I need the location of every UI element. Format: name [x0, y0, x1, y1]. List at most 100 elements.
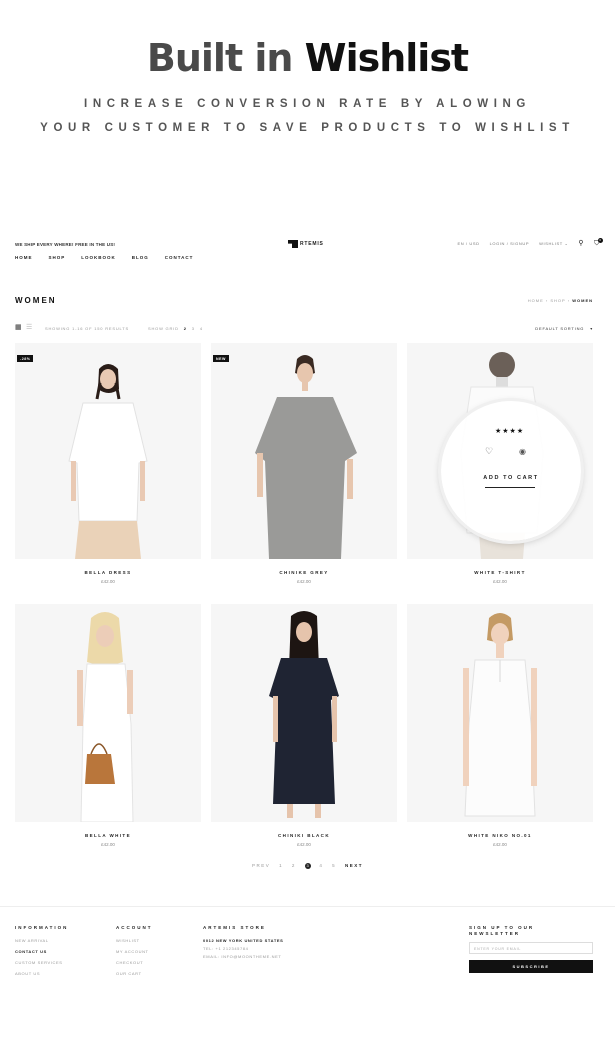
- cart-count-badge: 0: [598, 238, 603, 243]
- pager-page-2[interactable]: 2: [292, 863, 296, 868]
- pager-page-current[interactable]: 3: [304, 863, 311, 869]
- newsletter-heading: SIGN UP TO OUR: [469, 925, 535, 930]
- product-price: £42.00: [297, 579, 311, 584]
- product-price: £42.00: [101, 842, 115, 847]
- product-card[interactable]: NEW CHINIKE GREY £42.00: [211, 343, 397, 584]
- promo-title: Built in Wishlist: [0, 36, 615, 80]
- store-logo[interactable]: RTEMIS: [288, 238, 324, 250]
- wishlist-heart-icon[interactable]: ♡: [485, 446, 493, 457]
- page-title: WOMEN: [15, 296, 57, 305]
- pagination: PREV 1 2 3 4 5 NEXT: [0, 863, 615, 869]
- product-image[interactable]: [407, 604, 593, 822]
- product-card[interactable]: WHITE NIKO NO.01 £42.00: [407, 604, 593, 847]
- page-header: WOMEN HOME › SHOP › WOMEN: [15, 296, 593, 305]
- promo-title-light: Built in: [146, 36, 294, 80]
- quick-view-eye-icon[interactable]: ◉: [519, 447, 526, 456]
- footer-heading: ACCOUNT: [116, 925, 153, 930]
- sort-select[interactable]: DEFAULT SORTING ▾: [535, 326, 593, 331]
- product-image[interactable]: -28%: [15, 343, 201, 559]
- login-signup-link[interactable]: LOGIN / SIGNUP: [490, 241, 530, 246]
- cart-icon[interactable]: ⛉ 0: [594, 238, 603, 247]
- pager-page-4[interactable]: 4: [319, 863, 323, 868]
- footer-link[interactable]: CUSTOM SERVICES: [15, 960, 68, 965]
- footer-link[interactable]: WISHLIST: [116, 938, 153, 943]
- add-to-cart-button[interactable]: ADD TO CART: [441, 475, 581, 481]
- product-card[interactable]: CHINIKI BLACK £42.00: [211, 604, 397, 847]
- footer-link[interactable]: CHECKOUT: [116, 960, 153, 965]
- nav-lookbook[interactable]: LOOKBOOK: [81, 255, 116, 260]
- footer-link[interactable]: OUR CART: [116, 971, 153, 976]
- nav-home[interactable]: HOME: [15, 255, 33, 260]
- quick-view-overlay: ★★★★ ♡ ◉ ADD TO CART: [441, 401, 581, 541]
- footer-information: INFORMATION NEW ARRIVAL CONTACT US CUSTO…: [15, 925, 68, 982]
- pager-page-5[interactable]: 5: [332, 863, 336, 868]
- nav-contact[interactable]: CONTACT: [165, 255, 194, 260]
- promo-subtitle-line1: INCREASE CONVERSION RATE BY ALOWING: [84, 98, 531, 110]
- product-image[interactable]: [211, 604, 397, 822]
- footer-link[interactable]: NEW ARRIVAL: [15, 938, 68, 943]
- pager-page-1[interactable]: 1: [279, 863, 283, 868]
- footer: INFORMATION NEW ARRIVAL CONTACT US CUSTO…: [0, 906, 615, 976]
- top-bar: WE SHIP EVERY WHERE! FREE IN THE US! RTE…: [15, 238, 603, 252]
- product-name[interactable]: CHINIKI BLACK: [211, 833, 397, 838]
- product-image[interactable]: [15, 604, 201, 822]
- show-grid-label: SHOW GRID: [148, 326, 179, 331]
- product-image[interactable]: ★★★★ ♡ ◉ ADD TO CART: [407, 343, 593, 559]
- list-view-icon[interactable]: ☰: [26, 324, 33, 331]
- subscribe-button[interactable]: SUBSCRIBE: [469, 960, 593, 973]
- store-email[interactable]: EMAIL: INFO@MOONTHEME.NET: [203, 954, 283, 959]
- product-price: £42.00: [101, 579, 115, 584]
- nav-blog[interactable]: BLOG: [132, 255, 149, 260]
- pager-prev[interactable]: PREV: [252, 863, 270, 868]
- pager-next[interactable]: NEXT: [345, 863, 363, 868]
- product-name[interactable]: CHINIKE GREY: [211, 570, 397, 575]
- grid-option-2[interactable]: 2: [184, 326, 187, 331]
- footer-link[interactable]: MY ACCOUNT: [116, 949, 153, 954]
- show-grid: SHOW GRID 2 3 4: [148, 326, 203, 331]
- footer-newsletter: SIGN UP TO OUR NEWSLETTER ENTER YOUR EMA…: [469, 925, 593, 973]
- product-price: £42.00: [297, 842, 311, 847]
- wishlist-link[interactable]: WISHLIST ⌄: [539, 241, 568, 246]
- product-name[interactable]: WHITE T-SHIRT: [407, 570, 593, 575]
- product-name[interactable]: WHITE NIKO NO.01: [407, 833, 593, 838]
- shop-toolbar: ▦ ☰ SHOWING 1-16 OF 150 RESULTS SHOW GRI…: [15, 324, 593, 332]
- model-image: [15, 604, 201, 822]
- product-price: £42.00: [493, 842, 507, 847]
- breadcrumb-shop[interactable]: SHOP: [550, 298, 565, 303]
- main-nav: HOME SHOP LOOKBOOK BLOG CONTACT: [15, 255, 193, 260]
- footer-store-info: ARTEMIS STORE 0012 NEW YORK UNITED STATE…: [203, 925, 283, 965]
- grid-option-3[interactable]: 3: [192, 326, 195, 331]
- search-icon[interactable]: ⚲: [578, 240, 584, 247]
- model-image: [407, 604, 593, 822]
- top-right-links: EN / USD LOGIN / SIGNUP WISHLIST ⌄ ⚲ ⛉ 0: [457, 238, 603, 247]
- grid-view-icon[interactable]: ▦: [15, 324, 22, 331]
- product-image[interactable]: NEW: [211, 343, 397, 559]
- model-image: [211, 343, 397, 559]
- product-card[interactable]: -28% BELLA DRESS £42.00: [15, 343, 201, 584]
- product-card[interactable]: BELLA WHITE £42.00: [15, 604, 201, 847]
- product-name[interactable]: BELLA DRESS: [15, 570, 201, 575]
- store-address: 0012 NEW YORK UNITED STATES: [203, 938, 284, 943]
- footer-link[interactable]: CONTACT US: [15, 949, 68, 954]
- footer-link[interactable]: ABOUT US: [15, 971, 68, 976]
- newsletter-email-input[interactable]: ENTER YOUR EMAIL: [469, 942, 593, 954]
- product-card[interactable]: ★★★★ ♡ ◉ ADD TO CART WHITE T-SHIRT £42.0…: [407, 343, 593, 584]
- breadcrumb-home[interactable]: HOME: [528, 298, 544, 303]
- result-count: SHOWING 1-16 OF 150 RESULTS: [45, 326, 129, 331]
- store-phone: TEL: +1 212345784: [203, 946, 249, 951]
- new-badge: NEW: [213, 355, 229, 362]
- newsletter-heading-2: NEWSLETTER: [469, 931, 520, 936]
- currency-switch[interactable]: EN / USD: [457, 241, 479, 246]
- promo-title-dark: Wishlist: [304, 36, 469, 80]
- product-name[interactable]: BELLA WHITE: [15, 833, 201, 838]
- logo-mark-icon: [288, 240, 298, 248]
- rating-stars: ★★★★: [495, 428, 525, 435]
- shipping-note: WE SHIP EVERY WHERE! FREE IN THE US!: [15, 242, 116, 247]
- caret-down-icon: ▾: [590, 326, 593, 331]
- nav-shop[interactable]: SHOP: [49, 255, 66, 260]
- sort-label: DEFAULT SORTING: [535, 326, 585, 331]
- grid-option-4[interactable]: 4: [200, 326, 203, 331]
- footer-account: ACCOUNT WISHLIST MY ACCOUNT CHECKOUT OUR…: [116, 925, 153, 982]
- logo-text: RTEMIS: [300, 241, 324, 247]
- model-image: [15, 343, 201, 559]
